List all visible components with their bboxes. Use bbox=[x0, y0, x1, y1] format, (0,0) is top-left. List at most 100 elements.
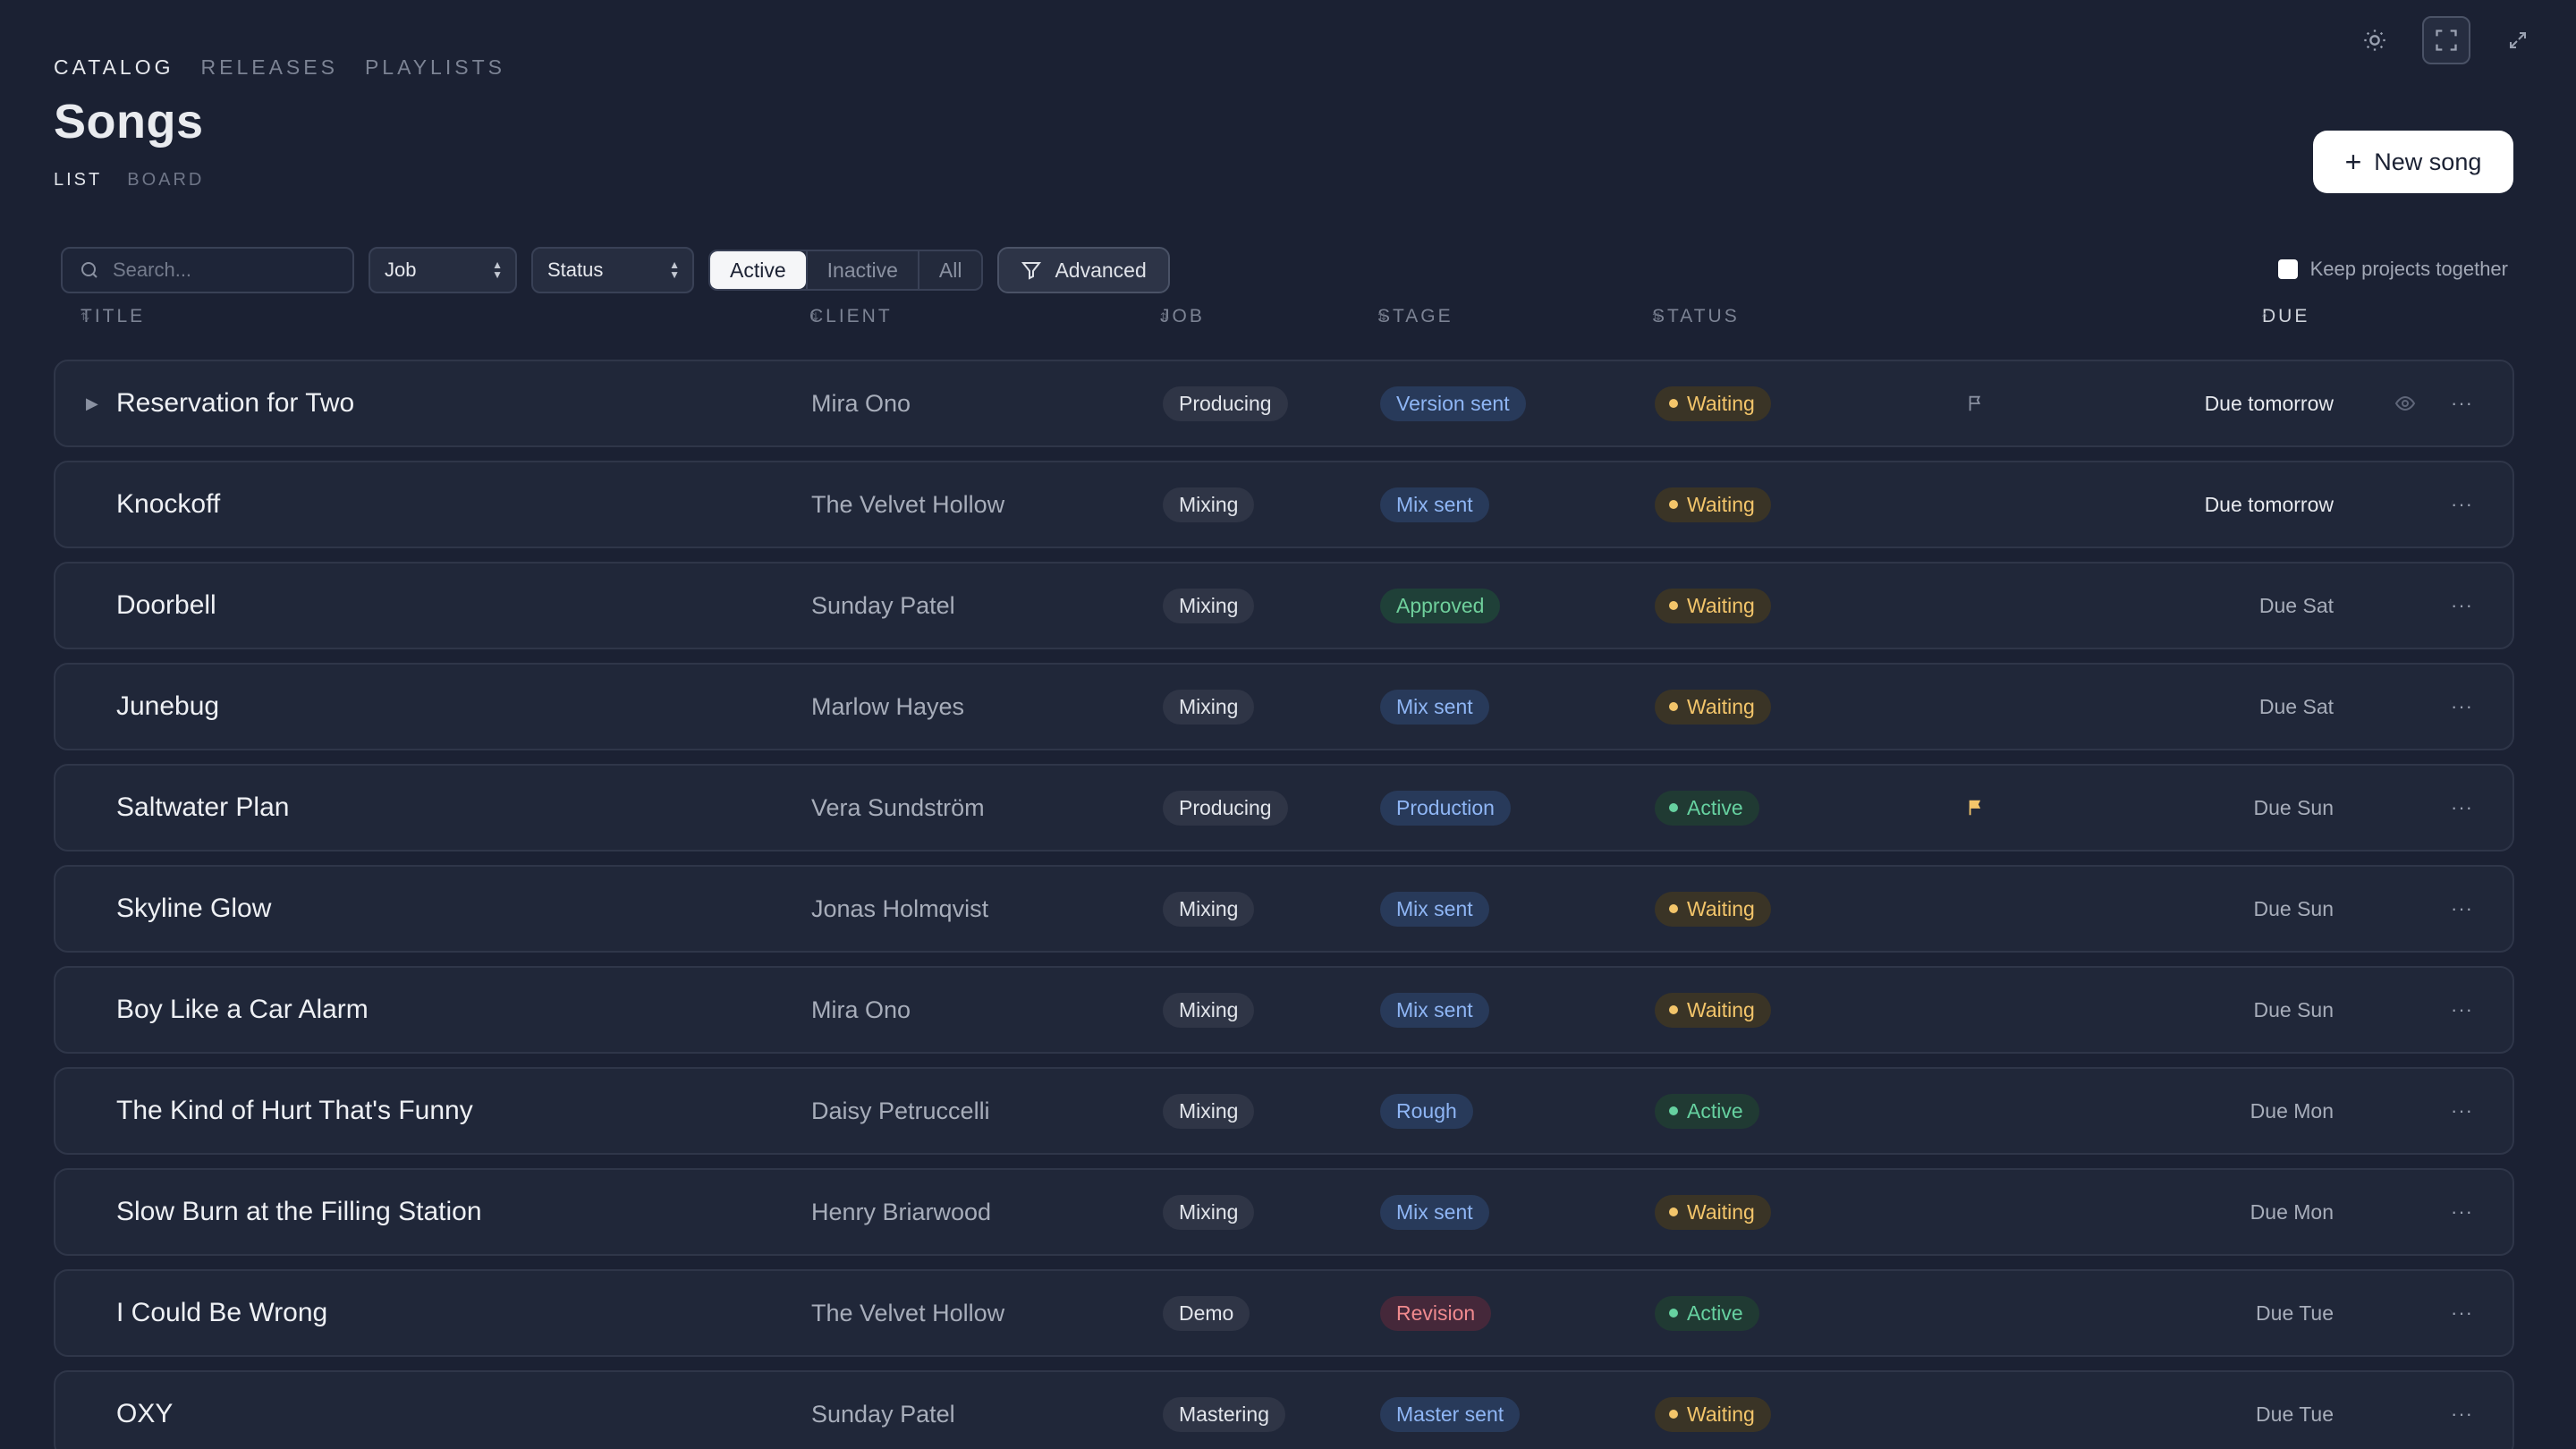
more-options-icon[interactable]: ··· bbox=[2451, 1372, 2473, 1449]
status-select[interactable]: Status ▲ ▼ bbox=[531, 247, 694, 293]
status-badge: Waiting bbox=[1655, 1396, 1771, 1432]
table-row[interactable]: OXY Sunday Patel Mastering Master sent Waiti… bbox=[54, 1370, 2514, 1449]
status-label: Waiting bbox=[1687, 391, 1755, 415]
keep-projects-together[interactable]: Keep projects together bbox=[2277, 258, 2508, 281]
table-row[interactable]: Saltwater Plan Vera Sundström Producing Pro… bbox=[54, 764, 2514, 852]
stage-cell: Rough bbox=[1380, 1069, 1473, 1153]
table-row[interactable]: Boy Like a Car Alarm Mira Ono Mixing Mix se… bbox=[54, 966, 2514, 1054]
song-title[interactable]: Doorbell bbox=[116, 564, 216, 648]
keep-together-checkbox[interactable] bbox=[2277, 259, 2298, 279]
due-date: Due Tue bbox=[2256, 1301, 2334, 1325]
client-name: The Velvet Hollow bbox=[811, 490, 1005, 518]
expand-icon bbox=[2510, 32, 2526, 48]
status-dot-icon bbox=[1669, 601, 1678, 610]
song-title[interactable]: Saltwater Plan bbox=[116, 766, 289, 850]
status-dot-icon bbox=[1669, 399, 1678, 408]
status-cell: Waiting bbox=[1655, 1170, 1771, 1254]
stage-pill: Mix sent bbox=[1380, 487, 1489, 522]
more-options-icon[interactable]: ··· bbox=[2451, 766, 2473, 850]
status-badge: Waiting bbox=[1655, 588, 1771, 623]
due-date: Due Sun bbox=[2253, 795, 2334, 819]
new-song-button[interactable]: + New song bbox=[2313, 131, 2513, 193]
advanced-filter-button[interactable]: Advanced bbox=[997, 247, 1170, 293]
search-input[interactable] bbox=[113, 258, 327, 282]
song-title[interactable]: I Could Be Wrong bbox=[116, 1271, 327, 1355]
stage-pill: Version sent bbox=[1380, 386, 1526, 421]
table-row[interactable]: The Kind of Hurt That's Funny Daisy Petru… bbox=[54, 1067, 2514, 1155]
stage-pill: Rough bbox=[1380, 1093, 1473, 1129]
tab-catalog[interactable]: CATALOG bbox=[54, 55, 174, 80]
more-options-icon[interactable]: ··· bbox=[2451, 1069, 2473, 1153]
status-dot-icon bbox=[1669, 1208, 1678, 1216]
search-icon bbox=[81, 262, 97, 278]
table-row[interactable]: Junebug Marlow Hayes Mixing Mix sent Waiting… bbox=[54, 663, 2514, 750]
song-title[interactable]: Boy Like a Car Alarm bbox=[116, 968, 369, 1052]
job-pill: Mixing bbox=[1163, 487, 1255, 522]
job-pill: Producing bbox=[1163, 386, 1288, 421]
job-cell: Mixing bbox=[1163, 1069, 1255, 1153]
job-select[interactable]: Job ▲ ▼ bbox=[369, 247, 517, 293]
song-title[interactable]: Knockoff bbox=[116, 462, 220, 547]
table-row[interactable]: Doorbell Sunday Patel Mixing Approved Waitin… bbox=[54, 562, 2514, 649]
tab-list[interactable]: LIST bbox=[54, 170, 102, 191]
more-options-icon[interactable]: ··· bbox=[2451, 968, 2473, 1052]
segment-active[interactable]: Active bbox=[710, 251, 806, 289]
flag-icon[interactable] bbox=[1966, 361, 1986, 445]
job-pill: Producing bbox=[1163, 790, 1288, 826]
status-dot-icon bbox=[1669, 1005, 1678, 1014]
job-cell: Mastering bbox=[1163, 1372, 1285, 1449]
expand-button[interactable] bbox=[2494, 16, 2542, 64]
status-badge: Active bbox=[1655, 790, 1759, 826]
col-title-label: TITLE bbox=[80, 306, 146, 326]
song-list: ▶ Reservation for Two Mira Ono Producing Ver… bbox=[54, 360, 2514, 1449]
tab-releases[interactable]: RELEASES bbox=[201, 55, 338, 80]
tab-playlists[interactable]: PLAYLISTS bbox=[365, 55, 505, 80]
client-name: Marlow Hayes bbox=[811, 692, 965, 720]
table-row[interactable]: ▶ Reservation for Two Mira Ono Producing Ver… bbox=[54, 360, 2514, 447]
song-title[interactable]: Junebug bbox=[116, 665, 219, 749]
client-name: The Velvet Hollow bbox=[811, 1299, 1005, 1326]
flag-icon[interactable] bbox=[1966, 766, 1986, 850]
more-options-icon[interactable]: ··· bbox=[2451, 1271, 2473, 1355]
chevron-updown-icon: ▲ ▼ bbox=[669, 258, 680, 281]
fullscreen-button[interactable] bbox=[2422, 16, 2470, 64]
chevron-updown-icon: ▲ ▼ bbox=[492, 258, 503, 281]
expand-caret-icon[interactable]: ▶ bbox=[86, 361, 98, 445]
stage-pill: Mix sent bbox=[1380, 992, 1489, 1028]
segment-all[interactable]: All bbox=[917, 251, 982, 289]
song-title[interactable]: OXY bbox=[116, 1372, 173, 1449]
eye-icon[interactable] bbox=[2394, 361, 2416, 445]
status-label: Waiting bbox=[1687, 997, 1755, 1021]
stage-cell: Version sent bbox=[1380, 361, 1526, 445]
search-box[interactable] bbox=[61, 247, 354, 293]
table-row[interactable]: Knockoff The Velvet Hollow Mixing Mix sent W… bbox=[54, 461, 2514, 548]
table-row[interactable]: Slow Burn at the Filling Station Henry Br… bbox=[54, 1168, 2514, 1256]
status-dot-icon bbox=[1669, 500, 1678, 509]
tab-board[interactable]: BOARD bbox=[127, 170, 204, 191]
segment-inactive[interactable]: Inactive bbox=[805, 251, 918, 289]
status-dot-icon bbox=[1669, 904, 1678, 913]
song-title[interactable]: Skyline Glow bbox=[116, 867, 271, 951]
song-title[interactable]: Reservation for Two bbox=[116, 361, 354, 445]
more-options-icon[interactable]: ··· bbox=[2451, 867, 2473, 951]
stage-pill: Revision bbox=[1380, 1295, 1492, 1331]
more-options-icon[interactable]: ··· bbox=[2451, 564, 2473, 648]
status-label: Active bbox=[1687, 795, 1743, 819]
more-options-icon[interactable]: ··· bbox=[2451, 665, 2473, 749]
more-options-icon[interactable]: ··· bbox=[2451, 462, 2473, 547]
theme-toggle-button[interactable] bbox=[2351, 16, 2399, 64]
song-title[interactable]: Slow Burn at the Filling Station bbox=[116, 1170, 482, 1254]
fullscreen-icon bbox=[2436, 30, 2457, 51]
col-due-label: DUE bbox=[2262, 306, 2310, 326]
job-cell: Producing bbox=[1163, 766, 1288, 850]
stage-pill: Mix sent bbox=[1380, 1194, 1489, 1230]
more-options-icon[interactable]: ··· bbox=[2451, 361, 2473, 445]
stage-cell: Approved bbox=[1380, 564, 1501, 648]
table-row[interactable]: Skyline Glow Jonas Holmqvist Mixing Mix sen… bbox=[54, 865, 2514, 953]
song-title[interactable]: The Kind of Hurt That's Funny bbox=[116, 1069, 473, 1153]
sort-icon: ⇅ bbox=[1160, 310, 1170, 323]
table-row[interactable]: I Could Be Wrong The Velvet Hollow Demo Rev… bbox=[54, 1269, 2514, 1357]
status-badge: Active bbox=[1655, 1295, 1759, 1331]
sort-icon: ⇅ bbox=[1377, 310, 1387, 323]
more-options-icon[interactable]: ··· bbox=[2451, 1170, 2473, 1254]
